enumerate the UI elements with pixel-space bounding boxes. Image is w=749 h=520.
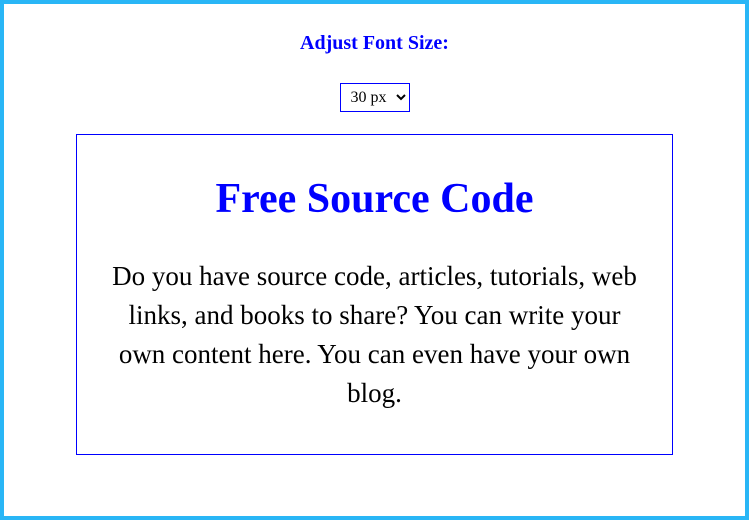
content-box: Free Source Code Do you have source code… [76, 134, 673, 455]
adjust-font-size-label: Adjust Font Size: [300, 32, 449, 55]
content-paragraph: Do you have source code, articles, tutor… [107, 257, 642, 414]
font-size-select-wrapper: 30 px [340, 83, 410, 112]
content-title: Free Source Code [107, 175, 642, 223]
font-size-select[interactable]: 30 px [340, 83, 410, 112]
